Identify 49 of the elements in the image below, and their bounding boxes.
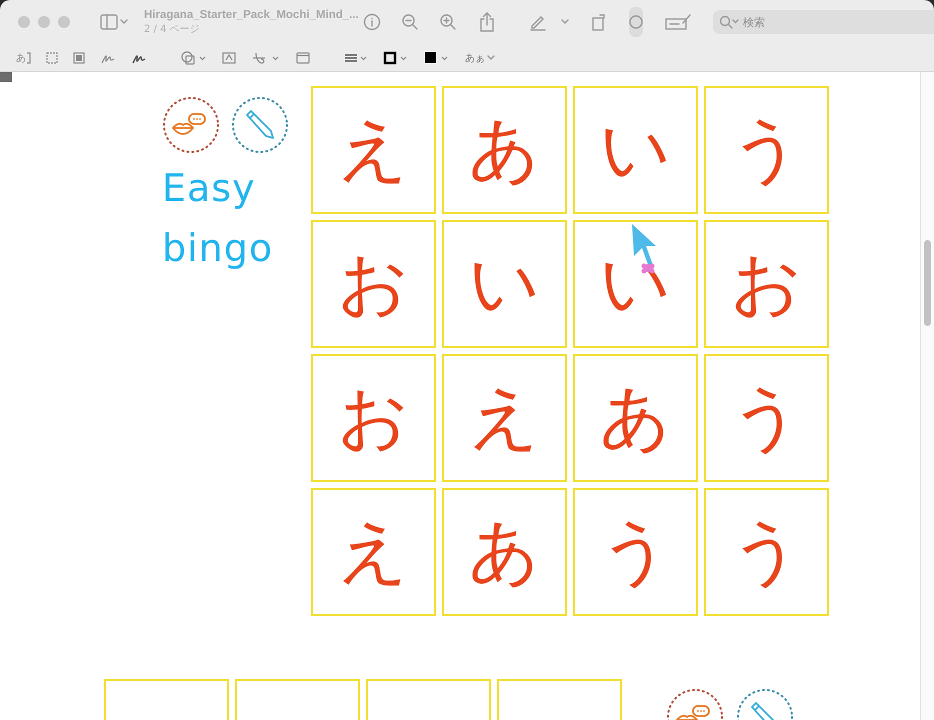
bingo-card: い: [442, 220, 567, 348]
bingo-card: お: [704, 220, 829, 348]
bingo-card: う: [704, 86, 829, 214]
bingo-card: あ: [442, 488, 567, 616]
circle-icon: [628, 15, 643, 29]
form-icon[interactable]: [664, 14, 691, 30]
bingo-card: う: [704, 488, 829, 616]
shapes-icon[interactable]: [181, 50, 207, 64]
share-icon[interactable]: [478, 12, 495, 32]
info-icon[interactable]: [362, 13, 381, 31]
fill-color-icon[interactable]: [424, 50, 450, 64]
text-select-button[interactable]: あ: [16, 50, 31, 64]
bingo-card: あ: [442, 86, 567, 214]
note-icon[interactable]: [296, 52, 310, 64]
window-title: Hiragana_Starter_Pack_Mochi_Mind_...: [144, 8, 359, 20]
window-control[interactable]: [38, 16, 50, 28]
redact-icon[interactable]: [73, 52, 85, 64]
caret-icon: [487, 54, 495, 60]
window-edge: [0, 72, 12, 82]
line-style-icon[interactable]: [344, 52, 368, 64]
zoom-out-icon[interactable]: [400, 13, 419, 31]
bingo-card: お: [311, 354, 436, 482]
bingo-card: え: [442, 354, 567, 482]
speaking-icon: [162, 96, 220, 154]
bingo-card: う: [704, 354, 829, 482]
zoom-in-icon[interactable]: [438, 13, 457, 31]
bingo-card: う: [573, 488, 698, 616]
font-button[interactable]: あぁ: [465, 50, 495, 64]
page-count: 2 / 4 ページ: [144, 22, 201, 36]
bingo-card: い: [573, 220, 698, 348]
bingo-heading: Easy bingo: [162, 165, 274, 272]
window-control[interactable]: [58, 16, 70, 28]
pencil-icon: [231, 96, 289, 154]
bingo-card: え: [311, 86, 436, 214]
bingo-card: お: [311, 220, 436, 348]
search-field[interactable]: 検索: [712, 10, 934, 34]
bracket-icon: [27, 52, 31, 64]
rect-select-icon[interactable]: [46, 52, 58, 64]
scrollbar-thumb[interactable]: [924, 240, 931, 326]
window-control[interactable]: [18, 16, 30, 28]
highlight-button[interactable]: [628, 7, 643, 37]
border-color-icon[interactable]: [383, 50, 409, 64]
text-box-icon[interactable]: [222, 52, 236, 64]
bingo-card: え: [311, 488, 436, 616]
rotate-icon[interactable]: [590, 13, 607, 31]
caret-icon[interactable]: [560, 19, 569, 25]
bingo-card: あ: [573, 354, 698, 482]
sidebar-icon[interactable]: [100, 14, 128, 30]
bingo-card: い: [573, 86, 698, 214]
